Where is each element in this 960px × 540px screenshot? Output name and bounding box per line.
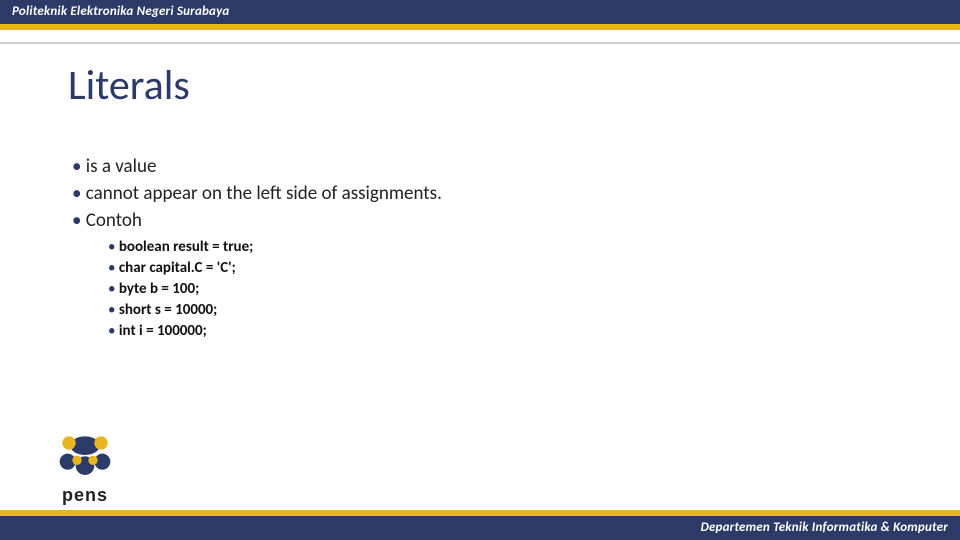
slide: Politeknik Elektronika Negeri Surabaya L… [0, 0, 960, 540]
header-divider [0, 42, 960, 44]
sub-bullet-list: boolean result = true; char capital.C = … [108, 238, 442, 340]
pens-logo: pens [30, 427, 140, 506]
code-example: char capital.C = 'C'; [108, 259, 442, 277]
slide-title: Literals [68, 60, 190, 111]
code-example: boolean result = true; [108, 238, 442, 256]
header-bar: Politeknik Elektronika Negeri Surabaya [0, 0, 960, 24]
bullet-item: Contoh [72, 209, 442, 232]
header-org-text: Politeknik Elektronika Negeri Surabaya [12, 4, 230, 19]
pens-logo-icon [50, 427, 120, 487]
bullet-list: is a value cannot appear on the left sid… [72, 155, 442, 343]
code-example: int i = 100000; [108, 322, 442, 340]
bullet-item: cannot appear on the left side of assign… [72, 182, 442, 205]
bullet-item: is a value [72, 155, 442, 178]
code-example: byte b = 100; [108, 280, 442, 298]
header-accent-stripe [0, 24, 960, 30]
footer-dept-text: Departemen Teknik Informatika & Komputer [701, 520, 948, 535]
footer-bar: Departemen Teknik Informatika & Komputer [0, 516, 960, 540]
code-example: short s = 10000; [108, 301, 442, 319]
pens-logo-text: pens [30, 485, 140, 506]
